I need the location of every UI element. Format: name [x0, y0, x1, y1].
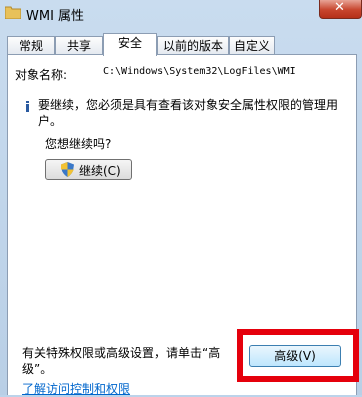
red-highlight-box [237, 329, 359, 382]
continue-button[interactable]: 继续(C) [45, 159, 132, 180]
tab-previous-versions[interactable]: 以前的版本 [157, 36, 229, 55]
continue-button-label: 继续(C) [79, 164, 121, 178]
title-bar[interactable]: WMI 属性 ✕ [0, 0, 362, 26]
tab-bar: 常规 共享 安全 以前的版本 自定义 [7, 33, 357, 56]
tab-general[interactable]: 常规 [7, 36, 55, 55]
properties-window: WMI 属性 ✕ 常规 共享 安全 以前的版本 自定义 对象名称: C:\Win… [0, 0, 362, 397]
object-name-value: C:\Windows\System32\LogFiles\WMI [103, 66, 296, 77]
access-control-help-link[interactable]: 了解访问控制和权限 [22, 380, 130, 397]
advanced-settings-text: 有关特殊权限或高级设置，请单击“高级”。 [22, 346, 221, 376]
tab-sharing[interactable]: 共享 [55, 36, 103, 55]
tab-security[interactable]: 安全 [103, 33, 157, 56]
object-name-label: 对象名称: [15, 68, 68, 82]
folder-icon [4, 5, 22, 20]
window-title: WMI 属性 [26, 9, 85, 24]
info-icon [21, 100, 34, 113]
uac-shield-icon [61, 162, 74, 177]
tab-customize[interactable]: 自定义 [229, 36, 275, 55]
continue-question: 您想继续吗? [45, 137, 112, 151]
close-icon: ✕ [334, 0, 345, 15]
permission-notice: 要继续，您必须是具有查看该对象安全属性权限的管理用户。 [38, 98, 339, 128]
close-button[interactable]: ✕ [319, 0, 362, 19]
